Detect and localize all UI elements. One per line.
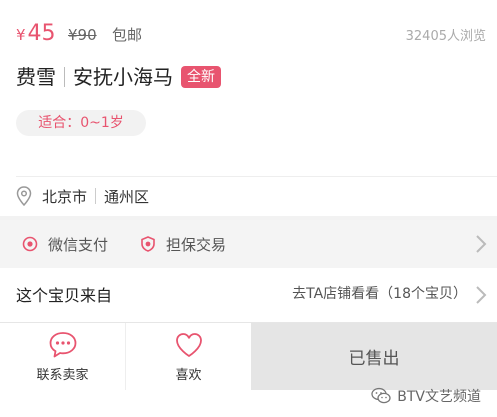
location-pin-icon <box>16 186 32 206</box>
item-brand: 费雪 <box>16 65 56 89</box>
item-name: 安抚小海马 <box>73 65 173 89</box>
wechat-pay-icon <box>22 236 38 252</box>
current-price-value: 45 <box>27 21 56 46</box>
wechat-pay-label: 微信支付 <box>48 235 109 254</box>
location-row: 北京市 通州区 <box>16 184 149 208</box>
like-label: 喜欢 <box>175 368 202 383</box>
chevron-right-icon <box>476 235 487 253</box>
view-count: 32405人浏览 <box>405 29 486 44</box>
current-price: ¥45 <box>16 20 56 49</box>
sold-out-button[interactable]: 已售出 <box>251 323 497 390</box>
shop-row[interactable]: 这个宝贝来自 去TA店铺看看（18个宝贝） <box>0 272 497 316</box>
shield-icon <box>141 236 155 252</box>
contact-seller-label: 联系卖家 <box>36 368 89 383</box>
currency-symbol: ¥ <box>16 26 26 44</box>
location-city: 北京市 <box>42 187 88 206</box>
payment-row[interactable]: 微信支付 担保交易 <box>0 220 497 268</box>
title-divider <box>64 67 65 87</box>
like-button[interactable]: 喜欢 <box>126 323 252 390</box>
location-district: 通州区 <box>104 187 150 206</box>
original-price: ¥90 <box>68 26 97 44</box>
location-divider <box>95 188 97 204</box>
guarantee-item: 担保交易 <box>140 234 226 255</box>
wechat-pay-item: 微信支付 <box>22 234 108 255</box>
item-title: 费雪 安抚小海马 全新 <box>16 62 221 92</box>
heart-icon <box>175 333 202 357</box>
divider <box>16 176 497 177</box>
contact-seller-button[interactable]: 联系卖家 <box>0 323 126 390</box>
bottom-action-bar: 联系卖家 喜欢 已售出 <box>0 322 497 390</box>
free-shipping-label: 包邮 <box>112 26 143 44</box>
channel-watermark: BTV文艺频道 <box>371 384 481 408</box>
chevron-right-icon <box>476 286 487 304</box>
guarantee-label: 担保交易 <box>166 235 227 254</box>
visit-shop-link[interactable]: 去TA店铺看看（18个宝贝） <box>292 284 467 304</box>
age-tag: 适合：0~1岁 <box>16 110 146 136</box>
chat-bubble-icon <box>49 332 76 358</box>
price-row: ¥45 ¥90 包邮 32405人浏览 <box>16 20 486 50</box>
shop-row-title: 这个宝贝来自 <box>16 286 113 305</box>
wechat-logo-icon <box>371 387 391 404</box>
watermark-text: BTV文艺频道 <box>397 389 481 405</box>
condition-badge: 全新 <box>181 66 221 88</box>
